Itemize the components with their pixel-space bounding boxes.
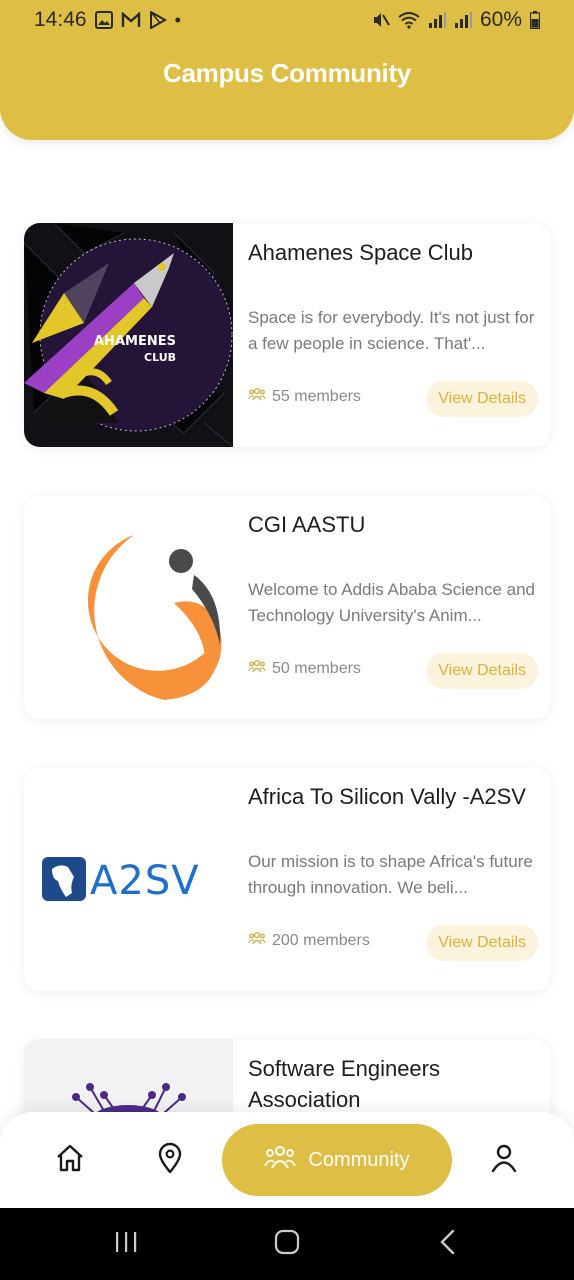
club-description: Welcome to Addis Ababa Science and Techn…: [248, 580, 535, 625]
view-details-button[interactable]: View Details: [426, 925, 538, 961]
member-count-label: 200 members: [272, 931, 370, 949]
battery-percent: 60%: [479, 8, 522, 31]
club-name: Ahamenes Space Club: [248, 240, 474, 265]
app-header: 14:46 • 60% Campus Community: [0, 0, 574, 140]
club-description: Space is for everybody. It's not just fo…: [248, 308, 535, 353]
members-icon: [248, 387, 266, 406]
home-system-button[interactable]: [267, 1228, 307, 1260]
members-icon: [248, 659, 266, 678]
system-navigation-bar: [0, 1208, 574, 1280]
profile-icon: [490, 1142, 518, 1179]
club-logo-ahamenes: AHAMENES CLUB: [24, 223, 233, 447]
notification-dot-icon: •: [174, 9, 181, 30]
view-details-button[interactable]: View Details: [426, 653, 538, 689]
a2sv-logo-text: A2SV: [90, 858, 200, 904]
bottom-navigation: Community: [0, 1112, 574, 1208]
logo-text-2: CLUB: [144, 351, 176, 364]
club-name: Software Engineers Association: [248, 1056, 440, 1112]
gmail-icon: [121, 12, 141, 28]
member-count: 55 members: [248, 387, 361, 406]
nav-location[interactable]: [150, 1140, 190, 1180]
club-name: Africa To Silicon Vally -A2SV: [248, 784, 526, 809]
member-count-label: 50 members: [272, 659, 361, 677]
mute-icon: [372, 11, 390, 29]
play-store-icon: [149, 11, 167, 29]
club-card[interactable]: AHAMENES CLUB Ahamenes Space Club Space …: [24, 223, 550, 447]
back-button[interactable]: [428, 1228, 468, 1260]
members-icon: [248, 931, 266, 950]
status-time: 14:46: [34, 8, 87, 31]
nav-home[interactable]: [50, 1140, 90, 1180]
wifi-icon: [398, 11, 420, 29]
member-count: 200 members: [248, 931, 370, 950]
home-icon: [54, 1142, 86, 1179]
signal-icon: [428, 11, 446, 29]
recent-apps-icon: [113, 1230, 139, 1259]
nav-profile[interactable]: [484, 1140, 524, 1180]
view-details-button[interactable]: View Details: [426, 381, 538, 417]
logo-text-1: AHAMENES: [94, 334, 176, 349]
recent-apps-button[interactable]: [106, 1228, 146, 1260]
member-count: 50 members: [248, 659, 361, 678]
page-title: Campus Community: [162, 58, 411, 88]
home-square-icon: [274, 1229, 300, 1260]
nav-community-label: Community: [308, 1148, 410, 1171]
nav-community[interactable]: Community: [222, 1124, 452, 1196]
signal-icon-2: [454, 11, 472, 29]
club-card[interactable]: A2SV Africa To Silicon Vally -A2SV Our m…: [24, 767, 550, 991]
club-logo-cgi: [24, 495, 233, 719]
location-pin-icon: [156, 1142, 184, 1179]
status-bar: 14:46 • 60%: [0, 0, 574, 40]
gallery-icon: [94, 11, 113, 29]
member-count-label: 55 members: [272, 387, 361, 405]
club-card[interactable]: CGI AASTU Welcome to Addis Ababa Science…: [24, 495, 550, 719]
club-name: CGI AASTU: [248, 512, 366, 537]
club-logo-a2sv: A2SV: [24, 767, 233, 991]
battery-icon: [530, 11, 540, 29]
club-description: Our mission is to shape Africa's future …: [248, 852, 533, 897]
back-chevron-icon: [438, 1229, 458, 1260]
community-icon: [264, 1144, 297, 1176]
